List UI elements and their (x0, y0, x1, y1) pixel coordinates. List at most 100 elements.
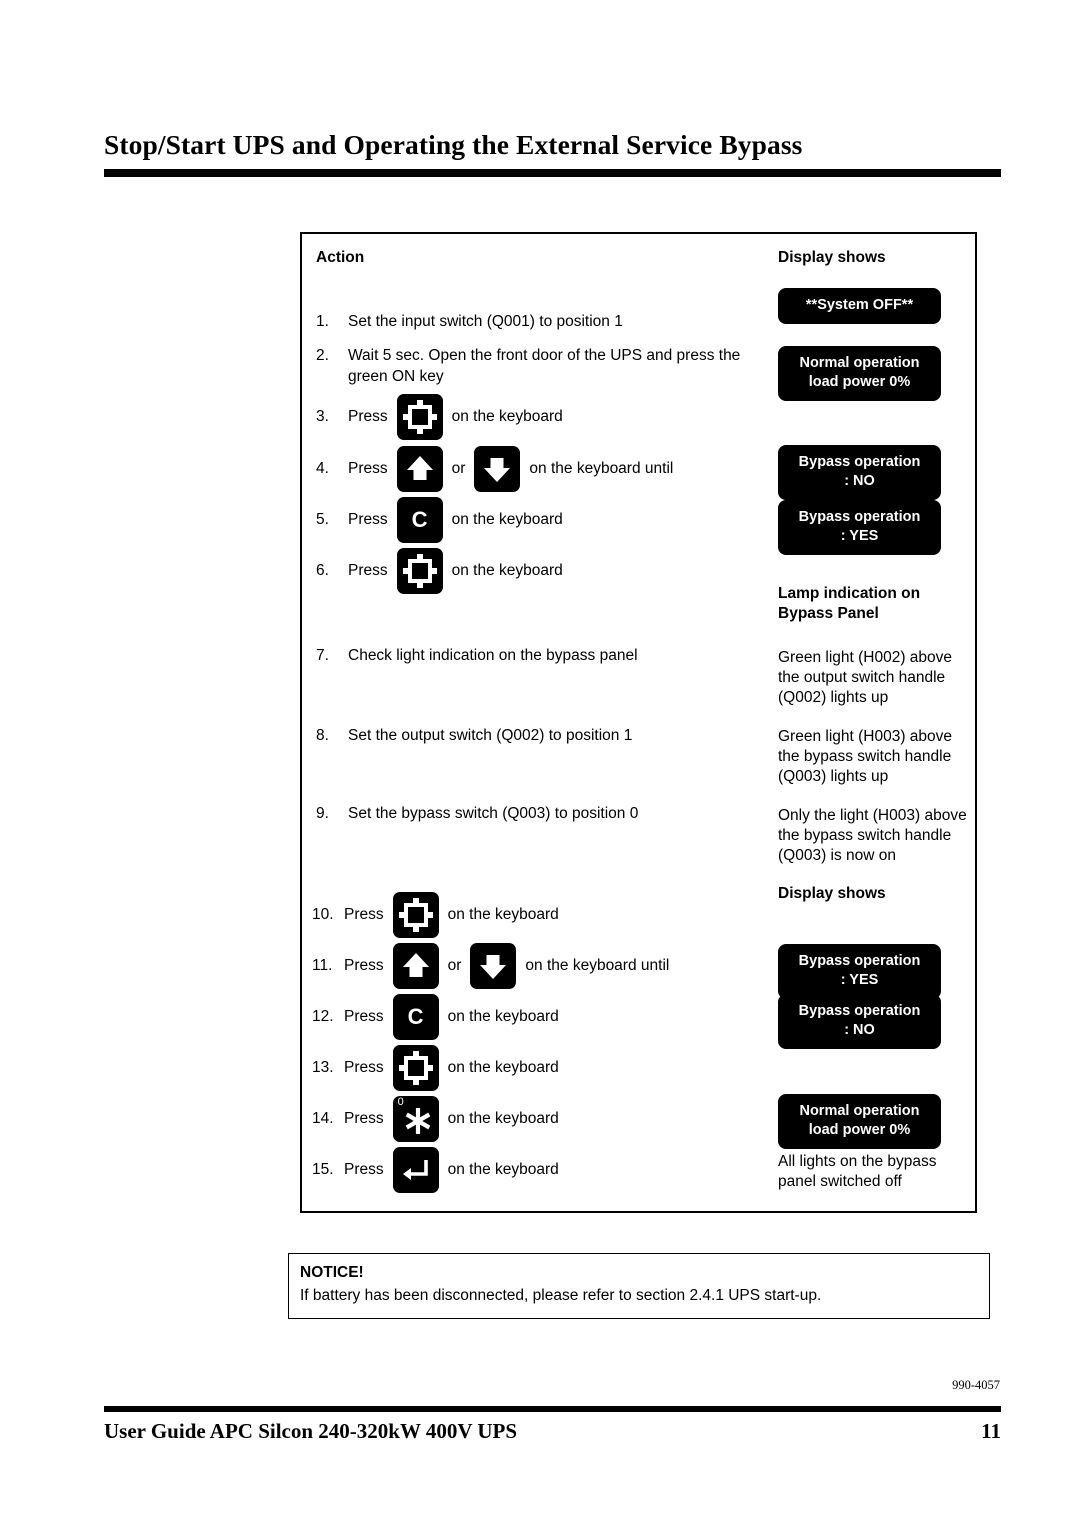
notice-box: NOTICE! If battery has been disconnected… (288, 1253, 990, 1320)
arrow-up-key-icon[interactable] (396, 446, 443, 492)
c-key-icon[interactable]: C (392, 994, 439, 1040)
step-number: 4. (316, 459, 329, 477)
page-title: Stop/Start UPS and Operating the Externa… (104, 129, 803, 160)
frame-key-icon[interactable] (396, 394, 443, 440)
step-text: on the keyboard (447, 1007, 559, 1025)
step-verb: Press (348, 407, 388, 425)
badge-line-1: Bypass operation (798, 953, 921, 969)
step-text: on the keyboard (451, 561, 563, 579)
step-text: Check light indication on the bypass pan… (348, 647, 638, 664)
step-number: 2. (316, 347, 329, 364)
table-row: 5. Press C on the keyboard (316, 497, 563, 543)
frame-key-icon[interactable] (396, 548, 443, 594)
step-text: on the keyboard (447, 1058, 559, 1076)
step-text: on the keyboard (447, 905, 559, 923)
badge-line-1: Bypass operation (798, 454, 921, 470)
step-verb: Press (344, 1109, 384, 1127)
status-badge: Bypass operation : NO (778, 994, 941, 1049)
step-number: 9. (316, 805, 329, 822)
page-header: Stop/Start UPS and Operating the Externa… (104, 129, 1001, 179)
column-header-display: Display shows (778, 249, 886, 266)
badge-line-1: Bypass operation (798, 509, 921, 525)
status-badge: Bypass operation : NO (778, 445, 941, 500)
document-code: 990-4057 (952, 1378, 1000, 1392)
header-rule (104, 168, 1001, 179)
asterisk-zero-key-icon[interactable]: 0 (392, 1096, 439, 1142)
step-verb: Press (344, 1058, 384, 1076)
status-badge: Normal operation load power 0% (778, 1094, 941, 1149)
badge-line-2: : NO (844, 472, 875, 489)
badge-line-2: : YES (840, 971, 879, 988)
step-number: 13. (312, 1058, 334, 1076)
page-footer: User Guide APC Silcon 240-320kW 400V UPS… (104, 1419, 1001, 1444)
table-row: 12. Press C on the keyboard (312, 994, 559, 1040)
display-subheading-text: Lamp indication on Bypass Panel (778, 585, 921, 622)
c-key-label: C (407, 1004, 424, 1030)
table-row: 7. Check light indication on the bypass … (316, 646, 638, 667)
display-note: Green light (H002) above the output swit… (778, 648, 973, 707)
frame-key-icon[interactable] (392, 892, 439, 938)
display-note: All lights on the bypass panel switched … (778, 1152, 973, 1192)
step-number: 11. (312, 956, 333, 974)
display-note-text: Only the light (H003) above the bypass s… (778, 807, 967, 864)
table-row: 9. Set the bypass switch (Q003) to posit… (316, 804, 638, 825)
c-key-icon[interactable]: C (396, 497, 443, 543)
badge-line-1: Bypass operation (798, 1003, 921, 1019)
step-verb: Press (344, 956, 384, 974)
display-note: Only the light (H003) above the bypass s… (778, 806, 973, 865)
badge-line-1: Normal operation (799, 355, 920, 371)
status-badge: **System OFF** (778, 288, 941, 324)
table-row: 11. Press or on the keyboard until (312, 943, 669, 989)
table-row: 1. Set the input switch (Q001) to positi… (316, 312, 623, 333)
step-text: on the keyboard (451, 510, 563, 528)
table-row: 13. Press on the keyboard (312, 1045, 559, 1091)
badge-line-2: : NO (844, 1021, 875, 1038)
step-text: on the keyboard until (529, 459, 674, 477)
c-key-label: C (411, 507, 428, 533)
step-text: Set the bypass switch (Q003) to position… (348, 805, 639, 822)
table-row: 8. Set the output switch (Q002) to posit… (316, 726, 632, 747)
table-row: 15. Press on the keyboard (312, 1147, 559, 1193)
table-row: 14. Press 0 on the keyboard (312, 1096, 559, 1142)
status-badge: Normal operation load power 0% (778, 346, 941, 401)
step-number: 8. (316, 727, 329, 744)
footer-title: User Guide APC Silcon 240-320kW 400V UPS (104, 1419, 518, 1443)
frame-key-icon[interactable] (392, 1045, 439, 1091)
step-verb: Press (344, 905, 384, 923)
table-row: 4. Press or on the keyboard until (316, 446, 673, 492)
step-text: on the keyboard until (525, 956, 670, 974)
step-number: 12. (312, 1007, 334, 1025)
column-header-action: Action (316, 249, 365, 266)
notice-title: NOTICE! (300, 1264, 364, 1281)
table-row: 10. Press on the keyboard (312, 892, 559, 938)
step-verb: Press (344, 1007, 384, 1025)
badge-line-2: load power 0% (808, 373, 911, 390)
step-text: on the keyboard (447, 1160, 559, 1178)
step-text: on the keyboard (447, 1109, 559, 1127)
step-number: 10. (312, 905, 334, 923)
footer-rule (104, 1406, 1001, 1414)
procedure-table: Action Display shows 1. Set the input sw… (300, 232, 977, 1213)
table-row: 3. Press on the keyboard (316, 394, 563, 440)
step-text: Wait 5 sec. Open the front door of the U… (348, 347, 741, 385)
badge-line-1: **System OFF** (805, 297, 914, 313)
display-note-text: Green light (H002) above the output swit… (778, 649, 953, 706)
display-subheading: Lamp indication on Bypass Panel (778, 584, 973, 624)
step-text: Set the input switch (Q001) to position … (348, 313, 623, 330)
page-number: 11 (981, 1419, 1001, 1443)
step-number: 15. (312, 1160, 334, 1178)
enter-key-icon[interactable] (392, 1147, 439, 1193)
arrow-down-key-icon[interactable] (474, 446, 521, 492)
step-number: 1. (316, 313, 329, 330)
status-badge: Bypass operation : YES (778, 944, 941, 999)
status-badge: Bypass operation : YES (778, 500, 941, 555)
arrow-up-key-icon[interactable] (392, 943, 439, 989)
step-conjunction: or (447, 956, 462, 974)
step-number: 3. (316, 407, 329, 425)
step-number: 6. (316, 561, 329, 579)
badge-line-2: : YES (840, 527, 879, 544)
step-number: 7. (316, 647, 329, 664)
display-note-text: All lights on the bypass panel switched … (778, 1153, 937, 1190)
step-verb: Press (344, 1160, 384, 1178)
arrow-down-key-icon[interactable] (470, 943, 517, 989)
